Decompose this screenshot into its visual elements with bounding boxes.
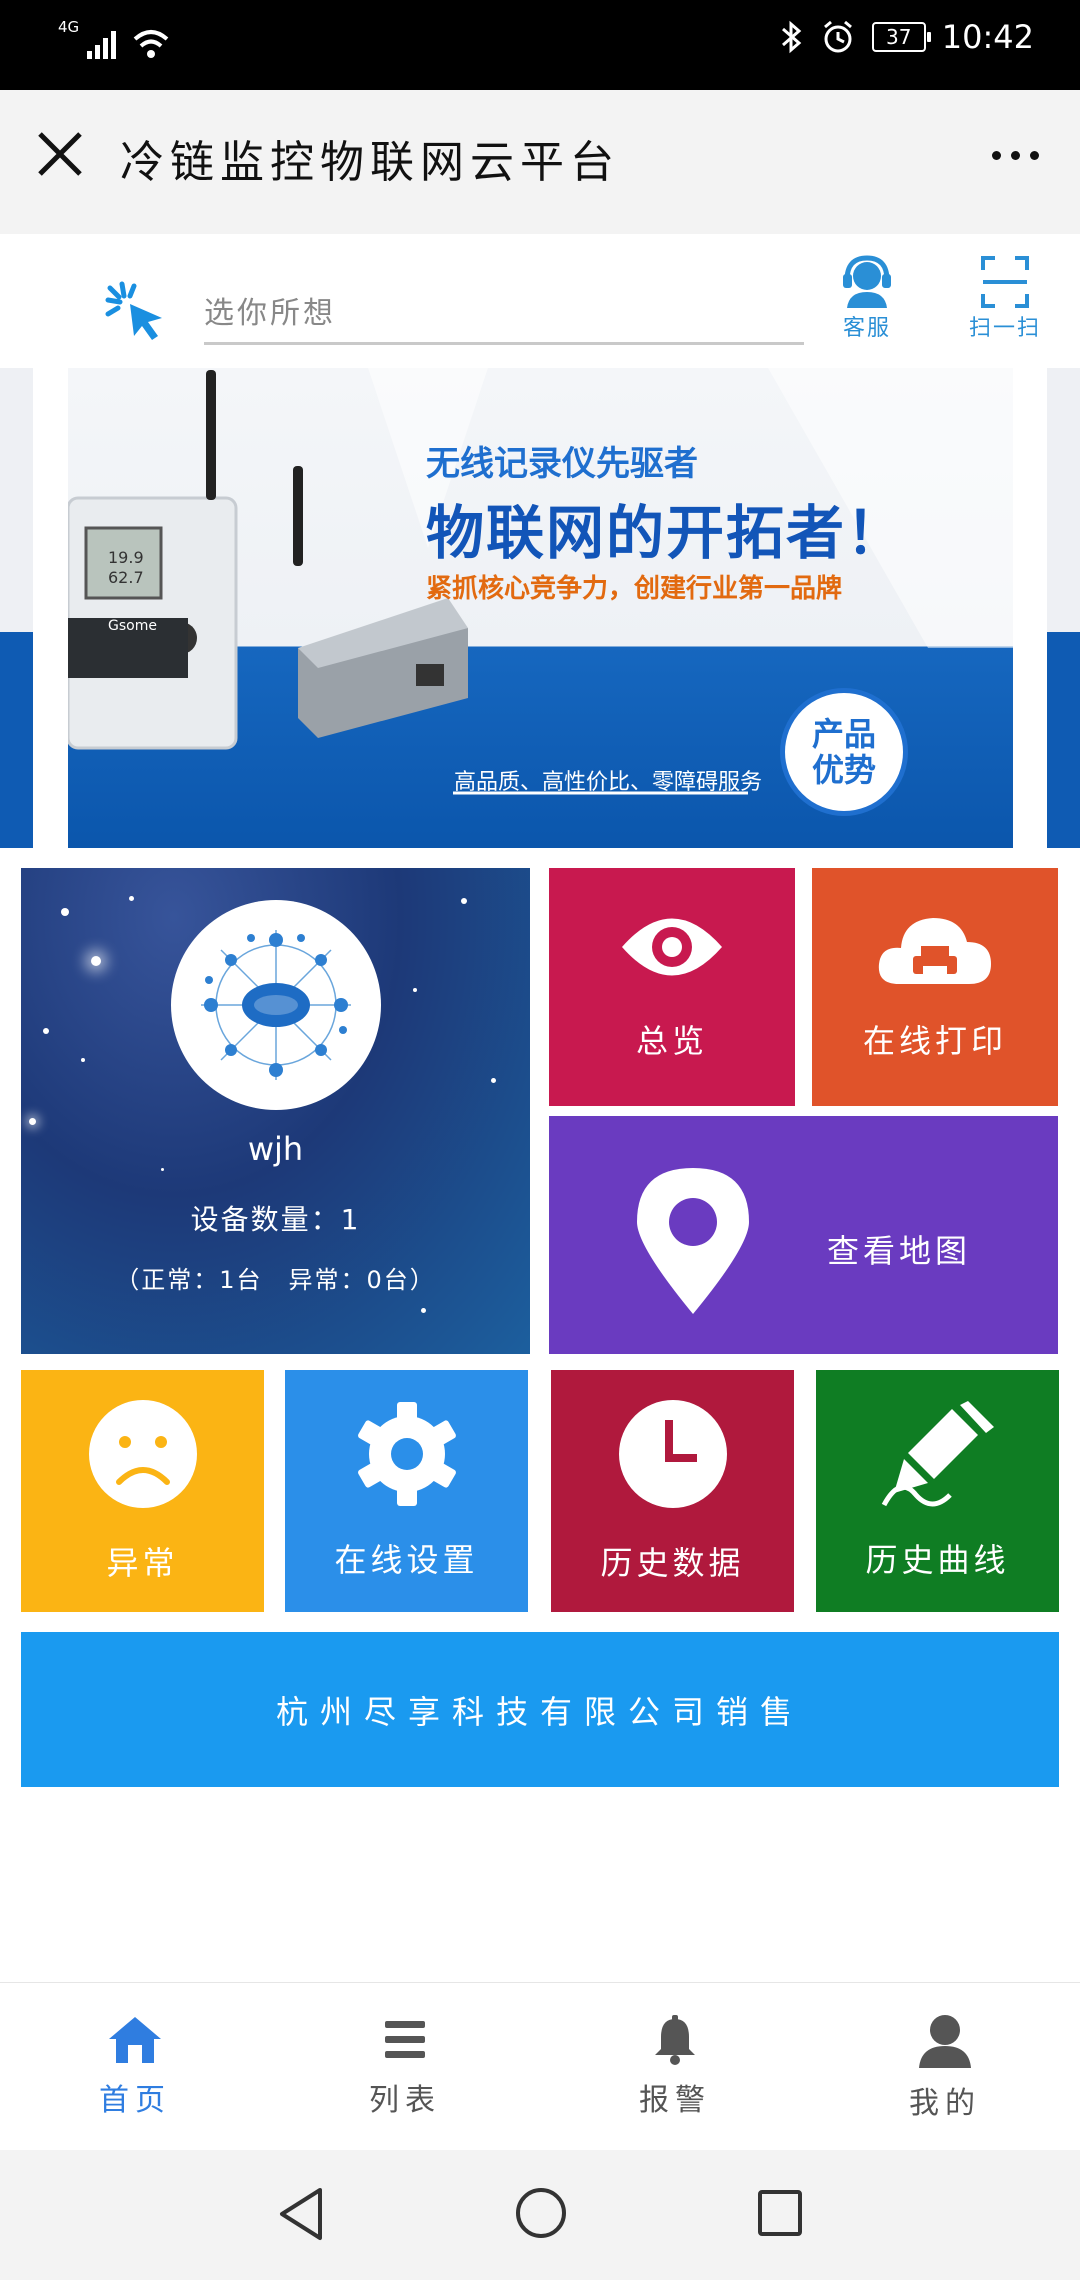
scan-icon xyxy=(981,256,1029,308)
nav-label: 首页 xyxy=(99,2083,171,2118)
banner-line-1-highlight: 记录仪先驱者 xyxy=(494,444,698,484)
scan-label: 扫一扫 xyxy=(968,316,1041,341)
banner-prev-slide xyxy=(0,368,33,848)
badge-line-1: 产品 xyxy=(811,715,876,753)
banner-carousel[interactable]: 19.9 62.7 Gsome 无线记录仪先驱者 物联网的开拓者！ 紧抓核心竞争… xyxy=(0,368,1080,848)
system-navigation-bar xyxy=(0,2150,1080,2280)
product-advantage-badge[interactable]: 产品 优势 xyxy=(780,688,908,816)
nav-label: 列表 xyxy=(369,2083,441,2118)
tile-overview[interactable]: 总览 xyxy=(549,868,795,1106)
battery-level: 37 xyxy=(886,25,912,49)
tile-online-settings[interactable]: 在线设置 xyxy=(285,1370,528,1612)
company-banner: 杭州尽享科技有限公司销售 xyxy=(21,1632,1059,1787)
banner-slide[interactable]: 19.9 62.7 Gsome 无线记录仪先驱者 物联网的开拓者！ 紧抓核心竞争… xyxy=(68,368,1013,848)
tile-view-map[interactable]: 查看地图 xyxy=(549,1116,1058,1354)
clock-time: 10:42 xyxy=(941,18,1034,56)
device-brand: Gsome xyxy=(108,618,157,634)
avatar[interactable] xyxy=(171,900,381,1110)
bell-icon xyxy=(655,2015,695,2065)
map-pin-icon xyxy=(637,1168,749,1314)
list-icon xyxy=(385,2021,425,2058)
nav-item-list[interactable]: 列表 xyxy=(270,1983,540,2151)
nav-item-alarm[interactable]: 报警 xyxy=(540,1983,810,2151)
bottom-navigation: 首页 列表 报警 我的 xyxy=(0,1982,1080,2151)
back-icon[interactable] xyxy=(276,2186,326,2242)
tile-label: 查看地图 xyxy=(827,1232,972,1270)
status-right: 37 10:42 xyxy=(780,18,1034,56)
device-count: 设备数量：1 xyxy=(190,1203,361,1236)
banner-line-1: 无线记录仪先驱者 xyxy=(426,436,698,485)
user-name: wjh xyxy=(247,1130,304,1168)
banner-next-slide xyxy=(1047,368,1080,848)
nav-item-home[interactable]: 首页 xyxy=(0,1983,270,2151)
click-cursor-icon xyxy=(100,278,170,348)
more-dot-icon xyxy=(1029,150,1039,160)
home-circle-icon[interactable] xyxy=(514,2186,568,2240)
device-display-1: 19.9 xyxy=(108,548,144,567)
tile-exception[interactable]: 异常 xyxy=(21,1370,264,1612)
pen-curve-icon xyxy=(881,1401,994,1507)
tile-label: 异常 xyxy=(106,1544,179,1582)
tile-label: 在线设置 xyxy=(334,1541,479,1579)
nav-label: 报警 xyxy=(639,2083,711,2118)
badge-line-2: 优势 xyxy=(811,751,876,789)
more-dot-icon xyxy=(991,150,1001,160)
clock-icon xyxy=(618,1400,727,1508)
tile-online-print[interactable]: 在线打印 xyxy=(812,868,1058,1106)
battery-icon: 37 xyxy=(871,22,931,52)
banner-headline: 物联网的开拓者！ xyxy=(426,499,907,567)
page-title: 冷链监控物联网云平台 xyxy=(120,137,620,188)
tile-history-data[interactable]: 历史数据 xyxy=(551,1370,794,1612)
headset-icon xyxy=(843,255,891,308)
wifi-icon xyxy=(133,30,169,58)
gear-icon xyxy=(357,1402,456,1506)
banner-line-1-prefix: 无线 xyxy=(426,444,494,484)
close-button[interactable] xyxy=(30,124,90,184)
banner-service-text: 高品质、高性价比、零障碍服务 xyxy=(454,770,763,795)
iot-network-icon xyxy=(201,930,351,1080)
search-box xyxy=(204,284,804,345)
search-input[interactable] xyxy=(204,284,804,342)
nav-label: 我的 xyxy=(909,2086,981,2121)
customer-service-label: 客服 xyxy=(842,316,891,341)
tile-label: 历史数据 xyxy=(600,1544,745,1582)
more-dot-icon xyxy=(1010,150,1020,160)
signal-icon xyxy=(87,31,117,59)
close-icon xyxy=(38,132,82,176)
user-info-card: wjh 设备数量：1 （正常：1台 异常：0台） xyxy=(21,868,530,1354)
tile-history-curve[interactable]: 历史曲线 xyxy=(816,1370,1059,1612)
cloud-print-icon xyxy=(878,918,991,984)
device-status-summary: （正常：1台 异常：0台） xyxy=(115,1266,436,1294)
nav-item-mine[interactable]: 我的 xyxy=(810,1983,1080,2151)
tile-label: 总览 xyxy=(635,1022,708,1060)
more-options-button[interactable] xyxy=(980,130,1050,180)
status-bar: 4G 37 10:42 xyxy=(0,0,1080,90)
recent-apps-icon[interactable] xyxy=(756,2188,804,2238)
tile-label: 在线打印 xyxy=(862,1022,1007,1060)
user-icon xyxy=(919,2015,971,2068)
bluetooth-icon xyxy=(781,20,802,54)
banner-slogan: 紧抓核心竞争力，创建行业第一品牌 xyxy=(426,574,843,604)
tile-label: 历史曲线 xyxy=(865,1541,1010,1579)
alarm-icon xyxy=(823,20,852,53)
sad-face-icon xyxy=(88,1400,197,1508)
home-icon xyxy=(109,2017,161,2063)
scan-button[interactable]: 扫一扫 xyxy=(950,254,1060,342)
eye-icon xyxy=(622,918,722,976)
status-left: 4G xyxy=(58,20,171,61)
customer-service-button[interactable]: 客服 xyxy=(812,254,922,342)
network-type: 4G xyxy=(58,18,80,36)
title-bar: 冷链监控物联网云平台 xyxy=(0,90,1080,235)
device-display-2: 62.7 xyxy=(108,568,144,587)
